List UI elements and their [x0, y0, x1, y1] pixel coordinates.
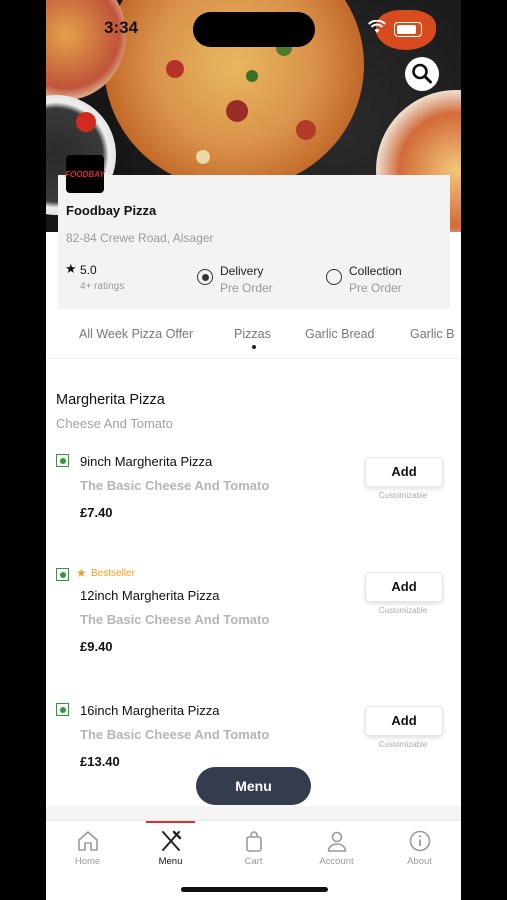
topping — [246, 70, 258, 82]
tab-all-week-pizza-offer[interactable]: All Week Pizza Offer — [79, 327, 193, 341]
delivery-sub: Pre Order — [220, 281, 273, 295]
item-price: £9.40 — [80, 639, 113, 654]
collection-radio[interactable] — [326, 269, 342, 285]
item-name: 12inch Margherita Pizza — [80, 588, 220, 603]
nav-label: Account — [319, 856, 354, 867]
tab-pizzas[interactable]: Pizzas — [234, 327, 271, 341]
item-price: £7.40 — [80, 505, 113, 520]
collection-sub: Pre Order — [349, 281, 402, 295]
user-icon — [327, 831, 347, 852]
dynamic-island — [193, 12, 315, 47]
veg-icon — [56, 568, 69, 581]
menu-item: ★ Bestseller 12inch Margherita Pizza The… — [46, 563, 461, 683]
tab-garlic-bread[interactable]: Garlic Bread — [305, 327, 374, 341]
nav-label: Cart — [244, 856, 263, 867]
battery-icon — [394, 22, 422, 37]
topping — [226, 100, 248, 122]
status-time: 3:34 — [104, 18, 139, 37]
nav-account[interactable]: Account — [295, 821, 378, 877]
logo-text: FOODBAY — [65, 169, 105, 179]
veg-icon — [56, 703, 69, 716]
item-name: 16inch Margherita Pizza — [80, 703, 220, 718]
home-indicator — [181, 887, 328, 892]
restaurant-name: Foodbay Pizza — [66, 203, 157, 218]
customizable-label: Customizable — [378, 606, 428, 615]
active-tab-indicator — [252, 345, 256, 349]
customizable-label: Customizable — [378, 740, 428, 749]
bag-icon — [246, 831, 262, 852]
wifi-icon — [368, 20, 386, 33]
nav-label: About — [407, 856, 432, 867]
collection-label[interactable]: Collection — [349, 264, 402, 278]
section-subtitle: Cheese And Tomato — [56, 416, 173, 431]
item-description: The Basic Cheese And Tomato — [80, 727, 270, 742]
restaurant-address: 82-84 Crewe Road, Alsager — [66, 231, 214, 245]
section-title: Margherita Pizza — [56, 392, 165, 408]
tab-garlic-b[interactable]: Garlic B — [410, 327, 454, 341]
customizable-label: Customizable — [378, 491, 428, 500]
item-description: The Basic Cheese And Tomato — [80, 478, 270, 493]
restaurant-info-card: FOODBAY Foodbay Pizza 82-84 Crewe Road, … — [58, 155, 450, 309]
rating-value: 5.0 — [80, 263, 97, 277]
nav-menu[interactable]: Menu — [129, 821, 212, 877]
topping — [76, 112, 96, 132]
add-button[interactable]: Add — [365, 572, 443, 602]
nav-cart[interactable]: Cart — [212, 821, 295, 877]
home-icon — [78, 831, 98, 851]
info-icon — [409, 830, 431, 852]
star-icon: ★ — [65, 261, 77, 276]
topping — [196, 150, 210, 164]
add-button[interactable]: Add — [365, 457, 443, 487]
delivery-label[interactable]: Delivery — [220, 264, 263, 278]
restaurant-logo: FOODBAY — [65, 155, 105, 193]
content-footer — [46, 806, 461, 820]
add-button[interactable]: Add — [365, 706, 443, 736]
bestseller-star-icon: ★ — [76, 566, 87, 580]
menu-floating-button[interactable]: Menu — [196, 767, 311, 805]
nav-label: Home — [74, 856, 101, 867]
nav-about[interactable]: About — [378, 821, 461, 877]
nav-label: Menu — [158, 856, 183, 867]
delivery-radio[interactable] — [197, 269, 213, 285]
cutlery-icon — [162, 830, 182, 851]
veg-icon — [56, 454, 69, 467]
topping — [296, 120, 316, 140]
category-tabs: All Week Pizza Offer Pizzas Garlic Bread… — [46, 318, 461, 359]
topping — [166, 60, 184, 78]
item-description: The Basic Cheese And Tomato — [80, 612, 270, 627]
item-name: 9inch Margherita Pizza — [80, 454, 213, 469]
item-price: £13.40 — [80, 754, 120, 769]
app-screen: 3:34 FOODBAY Foodbay Pizza 82-84 Crewe R… — [46, 0, 461, 900]
bestseller-badge: Bestseller — [91, 568, 135, 579]
menu-item: 9inch Margherita Pizza The Basic Cheese … — [46, 450, 461, 570]
search-icon[interactable] — [404, 56, 440, 92]
ratings-count: 4+ ratings — [80, 281, 125, 292]
nav-home[interactable]: Home — [46, 821, 129, 877]
